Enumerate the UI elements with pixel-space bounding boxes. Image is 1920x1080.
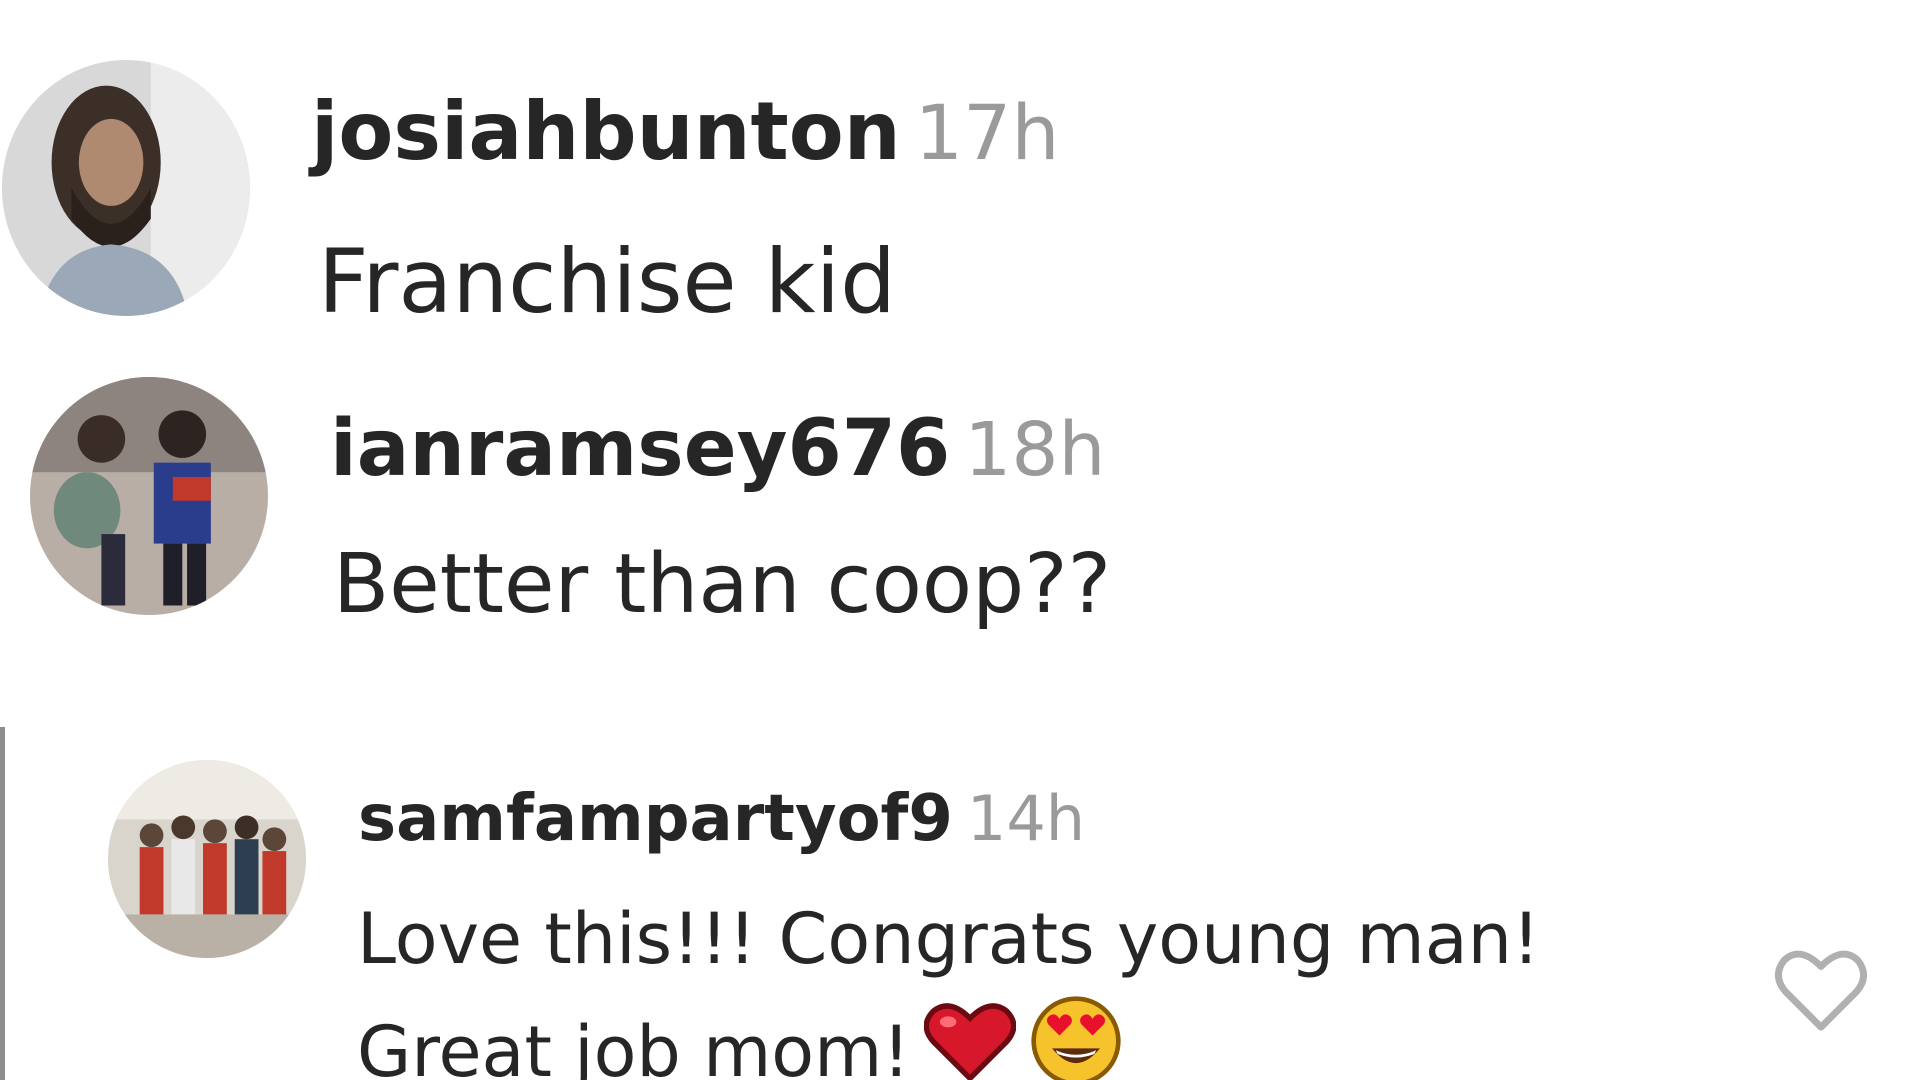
profile-photo-icon (30, 377, 268, 615)
avatar[interactable] (30, 377, 268, 615)
heart-eyes-emoji (1030, 995, 1122, 1080)
comment-timestamp[interactable]: 18h (964, 407, 1105, 493)
avatar[interactable] (2, 60, 250, 316)
username-link[interactable]: josiahbunton (311, 85, 901, 178)
heart-outline-icon[interactable] (1772, 945, 1870, 1035)
comment-text-line-with-emoji: Great job mom! (357, 995, 1540, 1080)
comment-timestamp[interactable]: 17h (915, 88, 1060, 177)
comment-text-line: Great job mom! (357, 1011, 911, 1080)
comment-timestamp[interactable]: 14h (967, 782, 1085, 855)
red-heart-emoji (923, 1000, 1017, 1080)
comments-section: josiahbunton 17h Franchise kid ianramsey6… (0, 0, 1920, 1080)
profile-photo-icon (108, 760, 306, 958)
username-link[interactable]: ianramsey676 (330, 404, 950, 494)
comment-header: samfampartyof9 14h (358, 787, 1085, 851)
comment-header: josiahbunton 17h (311, 92, 1060, 172)
avatar[interactable] (108, 760, 306, 958)
comment-text: Franchise kid (318, 230, 896, 333)
username-link[interactable]: samfampartyof9 (358, 782, 953, 856)
comment-text: Better than coop?? (333, 537, 1112, 632)
reply-thread-line (0, 727, 5, 1080)
comment-text-line: Love this!!! Congrats young man! (357, 898, 1541, 980)
profile-photo-icon (2, 60, 250, 316)
comment-text: Love this!!! Congrats young man! Great j… (357, 883, 1540, 1080)
comment-header: ianramsey676 18h (330, 410, 1105, 488)
